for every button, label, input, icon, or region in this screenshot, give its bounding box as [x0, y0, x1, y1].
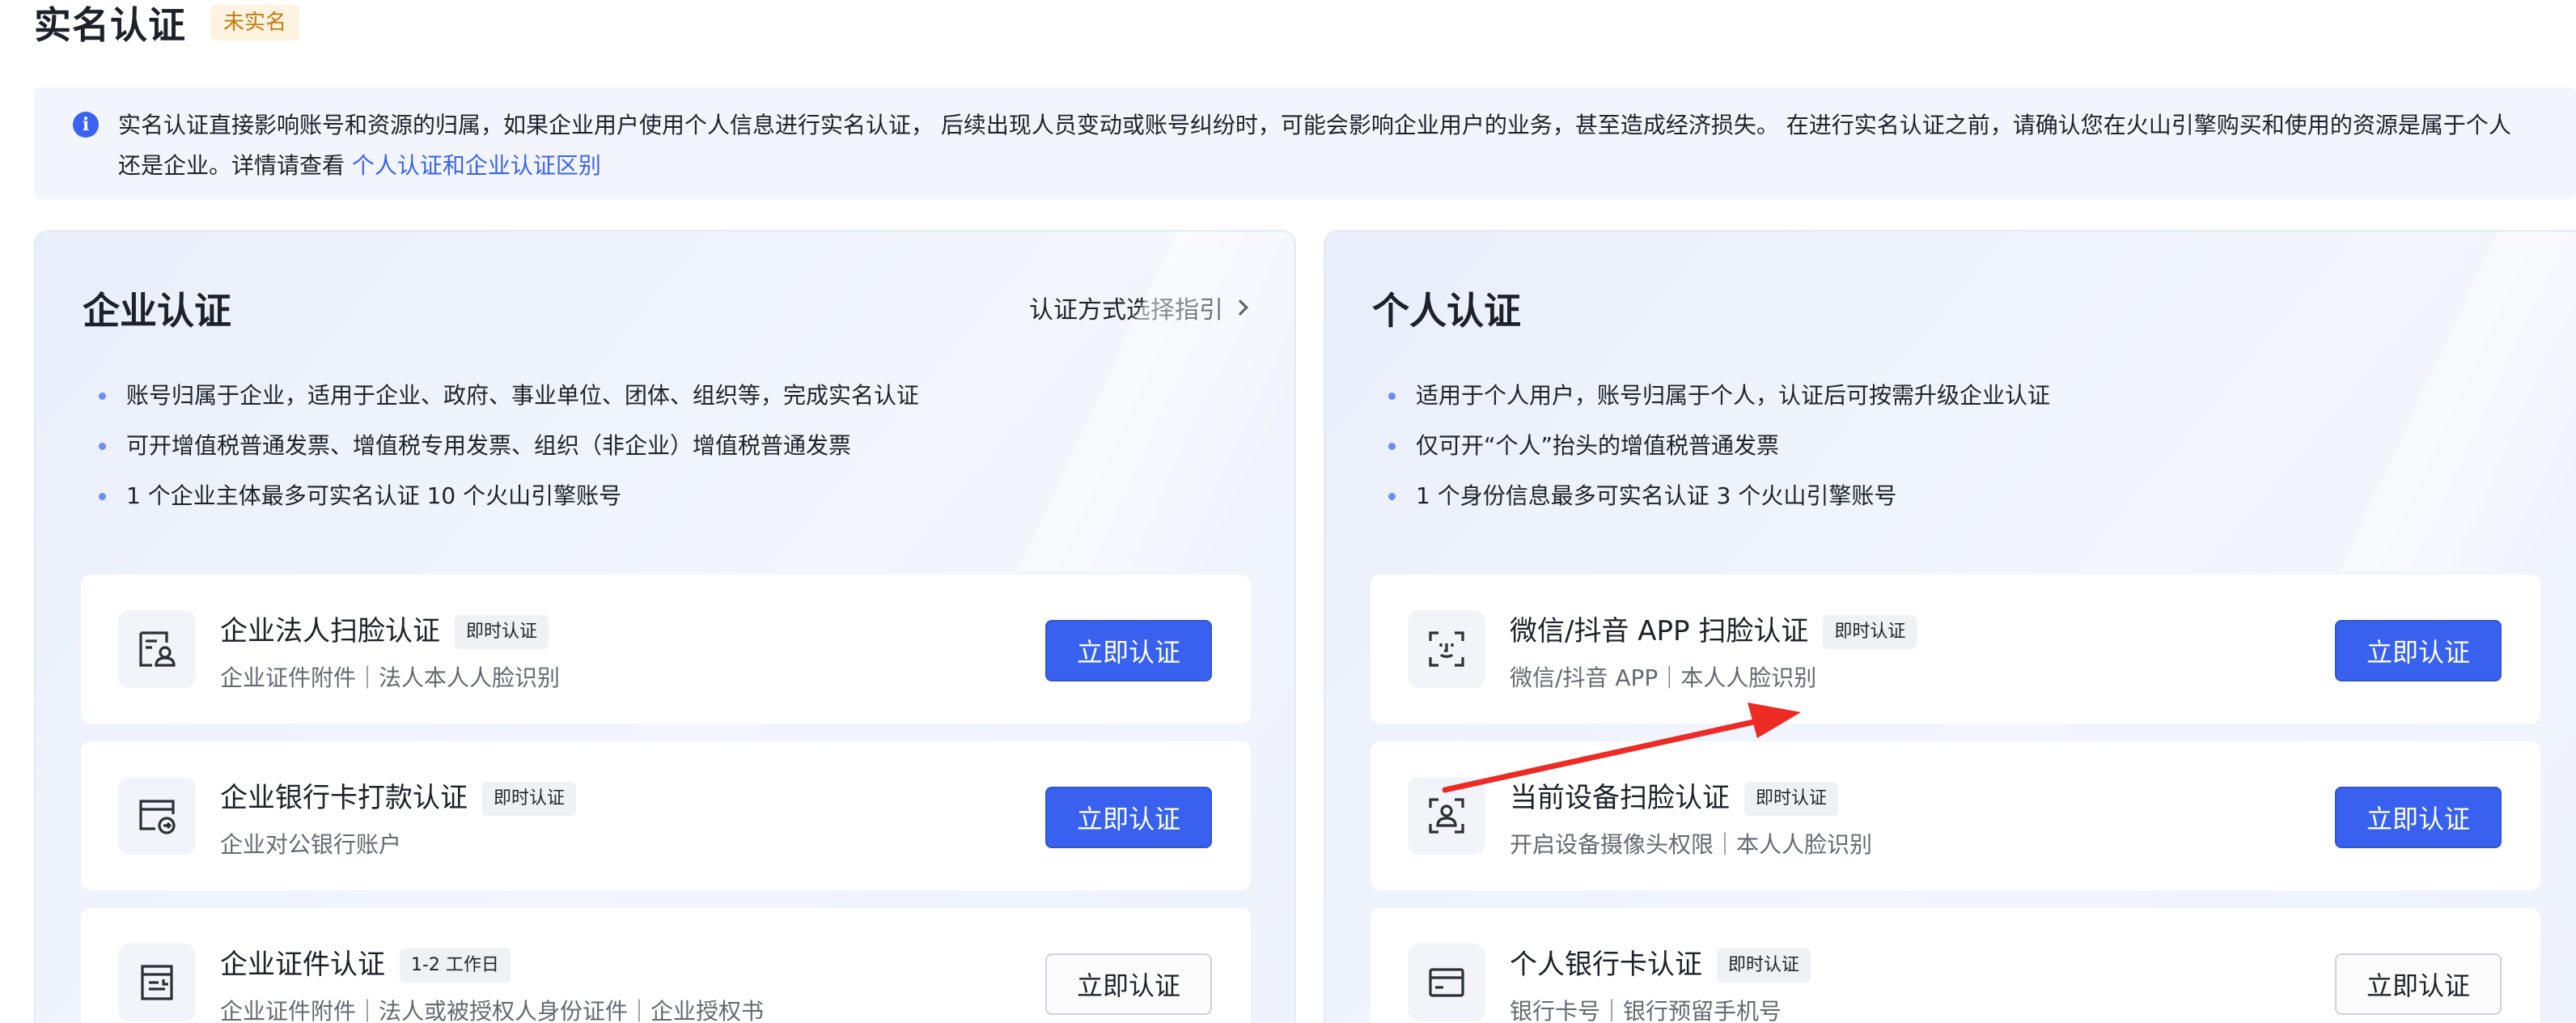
- method-tag: 即时认证: [1744, 782, 1839, 816]
- method-tag: 即时认证: [482, 782, 577, 816]
- start-auth-button[interactable]: 立即认证: [1045, 787, 1212, 848]
- method-name: 企业证件认证 1-2 工作日: [220, 942, 511, 983]
- method-desc: 企业证件附件｜法人本人人脸识别: [220, 664, 561, 691]
- method-tag: 即时认证: [1717, 949, 1811, 983]
- start-auth-button[interactable]: 立即认证: [2335, 953, 2502, 1015]
- method-name: 企业法人扫脸认证 即时认证: [220, 609, 549, 649]
- device-face-scan-icon: [1408, 777, 1485, 855]
- notice-link[interactable]: 个人认证和企业认证区别: [352, 152, 601, 179]
- method-tag: 即时认证: [1823, 615, 1917, 649]
- method-desc: 企业证件附件｜法人或被授权人身份证件｜企业授权书: [220, 998, 765, 1023]
- method-tag: 即时认证: [455, 615, 549, 649]
- method-device-face-scan: 当前设备扫脸认证 即时认证 开启设备摄像头权限｜本人人脸识别 立即认证: [1371, 741, 2540, 890]
- page-title: 实名认证: [34, 3, 186, 47]
- start-auth-button[interactable]: 立即认证: [1045, 620, 1212, 681]
- enterprise-card-title: 企业认证: [83, 289, 231, 333]
- method-app-face-scan: 微信/抖音 APP 扫脸认证 即时认证 微信/抖音 APP｜本人人脸识别 立即认证: [1371, 575, 2540, 724]
- chevron-right-icon: [1232, 299, 1248, 316]
- method-desc: 开启设备摄像头权限｜本人人脸识别: [1510, 831, 1873, 858]
- page-header: 实名认证 未实名: [34, 0, 300, 47]
- face-scan-icon: [1408, 610, 1485, 688]
- certificate-icon: [118, 944, 196, 1021]
- method-legal-face-scan: 企业法人扫脸认证 即时认证 企业证件附件｜法人本人人脸识别 立即认证: [81, 575, 1251, 724]
- enterprise-auth-card: 企业认证 认证方式选择指引 账号归属于企业，适用于企业、政府、事业单位、团体、组…: [34, 230, 1296, 1023]
- method-desc: 企业对公银行账户: [220, 831, 402, 858]
- method-name: 微信/抖音 APP 扫脸认证 即时认证: [1510, 609, 1917, 649]
- notice-banner: i 实名认证直接影响账号和资源的归属，如果企业用户使用个人信息进行实名认证， 后…: [34, 87, 2576, 199]
- list-item: 1 个身份信息最多可实名认证 3 个火山引擎账号: [1385, 471, 2050, 521]
- method-desc: 微信/抖音 APP｜本人人脸识别: [1510, 664, 1817, 691]
- list-item: 可开增值税普通发票、增值税专用发票、组织（非企业）增值税普通发票: [95, 421, 919, 471]
- personal-auth-card: 个人认证 适用于个人用户，账号归属于个人，认证后可按需升级企业认证 仅可开“个人…: [1324, 230, 2576, 1023]
- list-item: 账号归属于企业，适用于企业、政府、事业单位、团体、组织等，完成实名认证: [95, 371, 919, 421]
- list-item: 仅可开“个人”抬头的增值税普通发票: [1385, 421, 2050, 471]
- method-name: 当前设备扫脸认证 即时认证: [1510, 775, 1839, 816]
- method-personal-bank-card: 个人银行卡认证 即时认证 银行卡号｜银行预留手机号 立即认证: [1371, 908, 2540, 1023]
- method-desc: 银行卡号｜银行预留手机号: [1510, 998, 1782, 1023]
- method-name: 个人银行卡认证 即时认证: [1510, 942, 1811, 983]
- list-item: 1 个企业主体最多可实名认证 10 个火山引擎账号: [95, 471, 919, 521]
- method-certificate: 企业证件认证 1-2 工作日 企业证件附件｜法人或被授权人身份证件｜企业授权书 立…: [81, 908, 1251, 1023]
- enterprise-bullets: 账号归属于企业，适用于企业、政府、事业单位、团体、组织等，完成实名认证 可开增值…: [95, 371, 919, 521]
- start-auth-button[interactable]: 立即认证: [1045, 953, 1212, 1015]
- info-icon: i: [73, 112, 99, 138]
- personal-card-title: 个人认证: [1372, 289, 1521, 333]
- personal-bullets: 适用于个人用户，账号归属于个人，认证后可按需升级企业认证 仅可开“个人”抬头的增…: [1385, 371, 2050, 521]
- face-scan-id-icon: [118, 610, 196, 688]
- auth-method-guide-link[interactable]: 认证方式选择指引: [1029, 290, 1248, 325]
- real-name-auth-page: 实名认证 未实名 i 实名认证直接影响账号和资源的归属，如果企业用户使用个人信息…: [0, 0, 2576, 1023]
- status-badge: 未实名: [210, 5, 300, 40]
- start-auth-button[interactable]: 立即认证: [2335, 787, 2502, 848]
- bank-card-transfer-icon: [118, 777, 196, 855]
- method-name: 企业银行卡打款认证 即时认证: [220, 775, 577, 816]
- list-item: 适用于个人用户，账号归属于个人，认证后可按需升级企业认证: [1385, 371, 2050, 421]
- method-tag: 1-2 工作日: [400, 949, 511, 983]
- method-bank-transfer: 企业银行卡打款认证 即时认证 企业对公银行账户 立即认证: [81, 741, 1251, 890]
- start-auth-button[interactable]: 立即认证: [2335, 620, 2502, 681]
- bank-card-icon: [1408, 944, 1485, 1021]
- guide-link-label: 认证方式选择指引: [1029, 296, 1223, 325]
